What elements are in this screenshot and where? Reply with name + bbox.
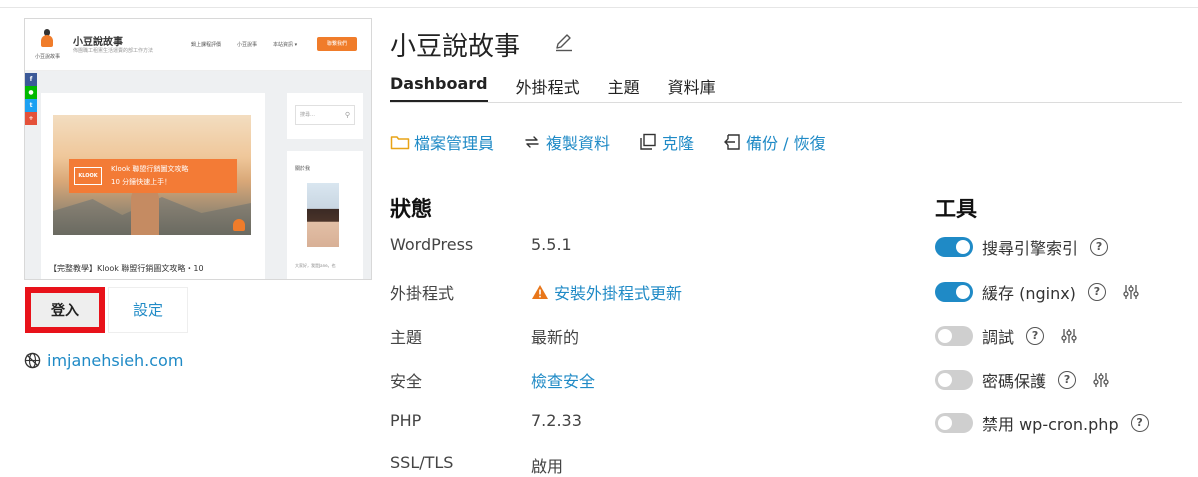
file-manager-button[interactable]: 檔案管理員 xyxy=(390,130,494,154)
help-icon[interactable]: ? xyxy=(1130,414,1149,432)
preview-line-icon: ● xyxy=(25,86,37,99)
clone-button[interactable]: 克隆 xyxy=(638,130,694,154)
copy-data-button[interactable]: 複製資料 xyxy=(522,130,610,154)
login-button[interactable]: 登入 xyxy=(25,287,105,333)
preview-nav-item: 小豆說事 xyxy=(237,42,258,48)
preview-nav-item: 本站資訊 ▾ xyxy=(273,42,298,48)
preview-facebook-icon: f xyxy=(25,73,37,86)
tool-label: 緩存 (nginx) xyxy=(982,284,1076,303)
adjust-settings-icon[interactable] xyxy=(1092,371,1110,389)
preview-header: 小豆說故事 小豆說故事 佈團職工租憲生活運賣的部工作方法 鍋上課程評價 小豆說事… xyxy=(25,19,371,71)
preview-nav-item: 鍋上課程評價 xyxy=(191,42,222,48)
cache-nginx-toggle[interactable] xyxy=(935,282,973,302)
clone-icon xyxy=(640,133,656,150)
status-value-theme: 最新的 xyxy=(531,328,580,347)
warning-icon xyxy=(532,285,548,299)
preview-search-widget: 搜尋… ⚲ xyxy=(287,93,363,139)
tool-label: 搜尋引擎索引 xyxy=(982,239,1079,258)
tab-dashboard[interactable]: Dashboard xyxy=(390,74,488,103)
status-label-ssl: SSL/TLS xyxy=(390,453,454,472)
backup-restore-button[interactable]: 備份 / 恢復 xyxy=(722,130,826,154)
tool-label: 調試 xyxy=(982,328,1015,347)
install-plugin-updates-link[interactable]: 安裝外掛程式更新 xyxy=(531,280,682,304)
tab-themes[interactable]: 主題 xyxy=(608,74,640,102)
tab-plugins[interactable]: 外掛程式 xyxy=(516,74,580,102)
preview-logo-icon xyxy=(39,29,55,49)
tool-row-password: 密碼保護 ? xyxy=(935,367,1110,393)
preview-featured-image: KLOOK Klook 聯盟行銷圖文攻略 10 分鐘快速上手！ xyxy=(53,115,251,235)
status-label-theme: 主題 xyxy=(390,328,423,347)
help-icon[interactable]: ? xyxy=(1087,283,1106,301)
help-icon[interactable]: ? xyxy=(1090,238,1109,256)
adjust-settings-icon[interactable] xyxy=(1060,327,1078,345)
preview-site-title: 小豆說故事 xyxy=(73,37,123,48)
preview-sidebar-caption: 大家好，我是Jane。也 xyxy=(295,263,336,268)
settings-button[interactable]: 設定 xyxy=(108,287,188,333)
status-value-ssl: 啟用 xyxy=(531,457,564,476)
pencil-edit-icon[interactable] xyxy=(553,31,575,53)
action-bar: 檔案管理員 複製資料 克隆 備份 / 恢復 xyxy=(390,130,854,154)
preview-profile-photo xyxy=(307,183,339,247)
preview-plus-icon: + xyxy=(25,112,37,125)
preview-main-content: KLOOK Klook 聯盟行銷圖文攻略 10 分鐘快速上手！ 【完整教學】Kl… xyxy=(41,93,265,279)
preview-logo-caption: 小豆說故事 xyxy=(35,54,61,60)
status-section-title: 狀態 xyxy=(390,197,432,221)
debug-toggle[interactable] xyxy=(935,326,973,346)
tab-database[interactable]: 資料庫 xyxy=(668,74,716,102)
preview-search-box: 搜尋… ⚲ xyxy=(295,105,355,125)
preview-site-subtitle: 佈團職工租憲生活運賣的部工作方法 xyxy=(73,48,154,54)
site-preview-thumbnail[interactable]: 小豆說故事 小豆說故事 佈團職工租憲生活運賣的部工作方法 鍋上課程評價 小豆說事… xyxy=(24,18,372,280)
preview-nav-button: 聯繫我們 xyxy=(317,37,357,51)
site-url-link[interactable]: imjanehsieh.com xyxy=(24,349,183,371)
tool-row-debug: 調試 ? xyxy=(935,323,1078,349)
folder-icon xyxy=(390,136,410,150)
tools-section-title: 工具 xyxy=(935,197,977,221)
tool-label: 禁用 wp-cron.php xyxy=(982,415,1119,434)
preview-sidebar-about: 關於我 大家好，我是Jane。也 xyxy=(287,151,363,279)
help-icon[interactable]: ? xyxy=(1058,371,1077,389)
check-security-link[interactable]: 檢查安全 xyxy=(531,368,595,392)
tab-divider xyxy=(390,102,1182,103)
backup-icon xyxy=(724,134,740,150)
preview-banner: KLOOK Klook 聯盟行銷圖文攻略 10 分鐘快速上手！ xyxy=(69,159,237,193)
adjust-settings-icon[interactable] xyxy=(1122,283,1140,301)
klook-logo: KLOOK xyxy=(74,167,102,185)
top-divider xyxy=(0,7,1198,8)
status-value-php: 7.2.33 xyxy=(531,411,582,430)
status-label-wordpress: WordPress xyxy=(390,235,474,254)
tool-row-cache: 緩存 (nginx) ? xyxy=(935,279,1140,305)
globe-off-icon xyxy=(24,352,41,368)
tool-row-search-indexing: 搜尋引擎索引 ? xyxy=(935,234,1109,260)
status-label-plugins: 外掛程式 xyxy=(390,284,455,303)
tool-row-wp-cron: 禁用 wp-cron.php ? xyxy=(935,410,1149,436)
preview-search-icon: ⚲ xyxy=(344,111,350,119)
disable-wp-cron-toggle[interactable] xyxy=(935,413,973,433)
site-title: 小豆說故事 xyxy=(390,32,521,62)
preview-corner-logo-icon xyxy=(233,219,245,231)
status-value-wordpress: 5.5.1 xyxy=(531,235,572,254)
search-indexing-toggle[interactable] xyxy=(935,237,973,257)
preview-sidebar-title: 關於我 xyxy=(295,166,311,172)
help-icon[interactable]: ? xyxy=(1026,327,1045,345)
preview-banner-line1: Klook 聯盟行銷圖文攻略 xyxy=(111,165,189,173)
site-url-text: imjanehsieh.com xyxy=(47,350,184,370)
preview-twitter-icon: t xyxy=(25,99,37,112)
sync-icon xyxy=(525,136,539,148)
status-label-php: PHP xyxy=(390,411,422,430)
tab-bar: Dashboard 外掛程式 主題 資料庫 xyxy=(390,74,744,103)
tool-label: 密碼保護 xyxy=(982,372,1047,391)
password-protection-toggle[interactable] xyxy=(935,370,973,390)
status-label-security: 安全 xyxy=(390,372,423,391)
preview-post-caption: 【完整教學】Klook 聯盟行銷圖文攻略・10 xyxy=(49,264,204,273)
preview-banner-line2: 10 分鐘快速上手！ xyxy=(111,178,172,186)
